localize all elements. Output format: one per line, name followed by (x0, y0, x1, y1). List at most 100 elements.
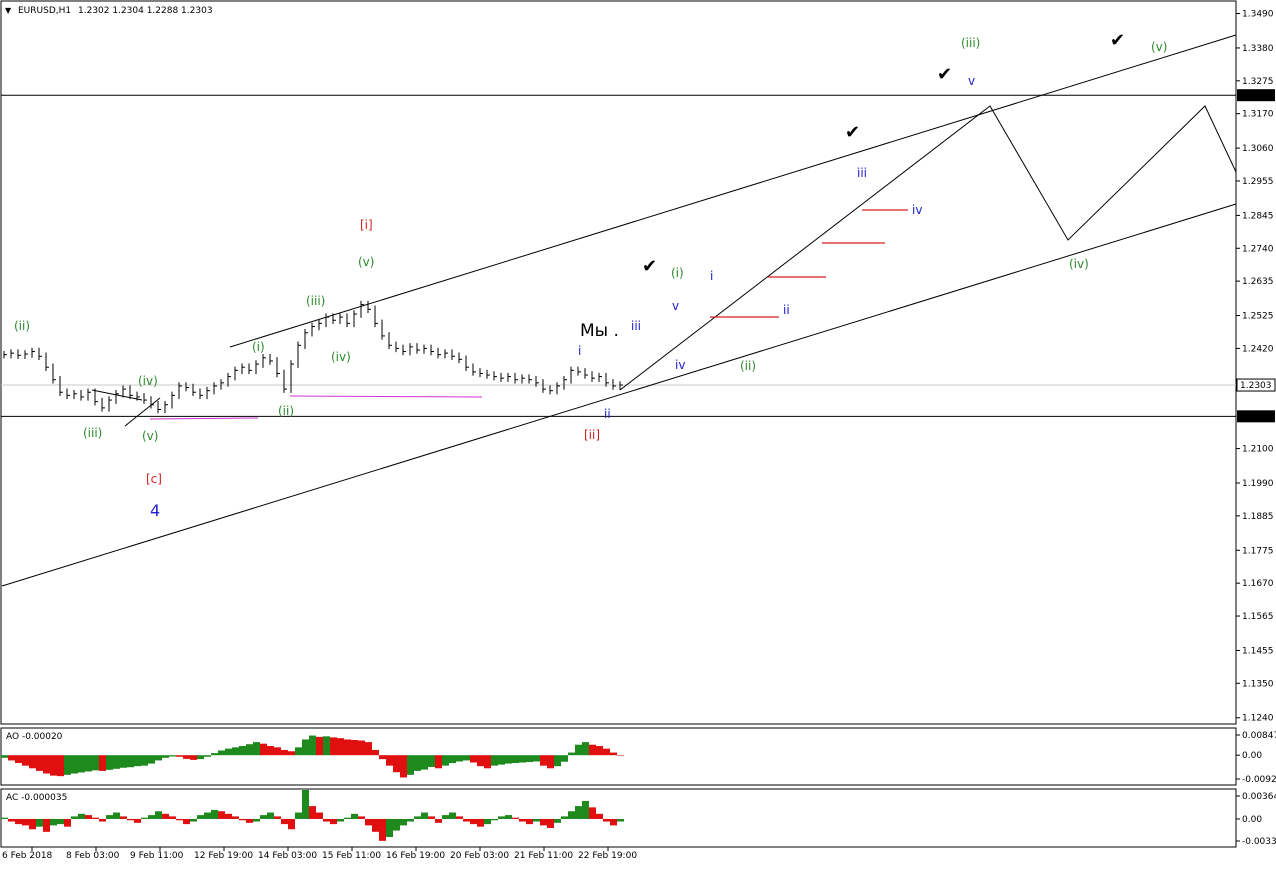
price-tick-label: 1.2740 (1242, 244, 1274, 254)
histogram-bar (36, 755, 43, 771)
price-tick-label: 1.1350 (1242, 679, 1274, 689)
histogram-bar (519, 755, 526, 763)
histogram-bar (582, 742, 589, 756)
histogram-bar (449, 755, 456, 764)
histogram-bar (113, 755, 120, 769)
wave-label: (i) (671, 266, 684, 280)
panel-tick-label: 0.00847 (1242, 731, 1276, 741)
time-tick-label: 8 Feb 03:00 (66, 851, 120, 861)
histogram-bar (400, 818, 407, 826)
histogram-bar (295, 812, 302, 819)
histogram-bar (120, 755, 127, 768)
histogram-bar (71, 816, 78, 819)
histogram-bar (43, 755, 50, 774)
histogram-bar (575, 806, 582, 819)
histogram-bar (568, 752, 575, 756)
wave-label: i (578, 344, 581, 358)
histogram-bar (330, 737, 337, 756)
price-tick-label: 1.3380 (1242, 44, 1274, 54)
histogram-bar (211, 753, 218, 756)
histogram-bar (176, 755, 183, 757)
histogram-bar (22, 755, 29, 766)
comment-text: Мы . (580, 321, 619, 341)
wave-label: (iv) (1069, 257, 1089, 271)
histogram-bar (295, 747, 302, 756)
price-axis: 1.3490 1.3380 1.3275 1.3170 1.3060 1.2955 1.28… (1236, 10, 1274, 724)
ohlc-label: 1.2302 1.2304 1.2288 1.2303 (78, 6, 213, 16)
histogram-bar (176, 818, 183, 821)
histogram-bar (239, 818, 246, 821)
histogram-bar (505, 755, 512, 764)
wave-label: ii (604, 407, 611, 421)
histogram-bar (596, 746, 603, 756)
wave-label: (ii) (740, 359, 756, 373)
histogram-bar (617, 755, 624, 756)
histogram-bar (512, 755, 519, 764)
histogram-bar (267, 812, 274, 819)
histogram-bar (57, 755, 64, 777)
histogram-bar (183, 818, 190, 825)
histogram-bar (617, 818, 624, 822)
histogram-bar (393, 818, 400, 831)
chart-window: ▼ EURUSD,H1 1.2302 1.2304 1.2288 1.2303 … (0, 0, 1276, 866)
histogram-bar (456, 755, 463, 762)
histogram-bar (190, 818, 197, 822)
histogram-bar (491, 818, 498, 821)
histogram-bar (211, 809, 218, 819)
checkmark-icon: ✔ (642, 256, 657, 277)
histogram-bar (603, 818, 610, 822)
chart-dropdown-icon[interactable]: ▼ (5, 6, 12, 15)
histogram-bar (204, 812, 211, 819)
histogram-bar (407, 818, 414, 822)
wave-label: ii (783, 303, 790, 317)
ac-title: AC -0.000035 (6, 793, 67, 803)
histogram-bar (57, 818, 64, 825)
histogram-bar (386, 818, 393, 837)
histogram-bar (561, 755, 568, 762)
histogram-bar (281, 749, 288, 756)
histogram-bar (85, 815, 92, 819)
histogram-bar (239, 746, 246, 756)
histogram-bar (372, 818, 379, 832)
histogram-bar (407, 755, 414, 775)
histogram-bar (484, 818, 491, 825)
wave-label: (ii) (278, 404, 294, 418)
histogram-bar (8, 818, 15, 822)
histogram-bar (260, 743, 267, 756)
histogram-bar (442, 815, 449, 819)
time-axis: 6 Feb 2018 8 Feb 03:00 9 Feb 11:00 12 Feb 1… (2, 847, 637, 861)
histogram-bar (148, 815, 155, 819)
wave-label: 4 (150, 501, 160, 520)
wave-label: (iii) (961, 36, 980, 50)
price-tick-label: 1.1455 (1242, 646, 1274, 656)
symbol-label: EURUSD,H1 (18, 6, 71, 16)
histogram-bar (540, 755, 547, 766)
histogram-bar (162, 813, 169, 819)
histogram-bar (218, 811, 225, 819)
histogram-bar (134, 755, 141, 767)
time-tick-label: 6 Feb 2018 (2, 851, 53, 861)
time-tick-label: 9 Feb 11:00 (130, 851, 184, 861)
wave-label: [ii] (584, 428, 600, 442)
ac-axis: 0.003648 0.00 -0.00336 (1236, 792, 1276, 847)
price-tick-label: 1.1565 (1242, 612, 1274, 622)
histogram-bar (64, 755, 71, 775)
histogram-bar (148, 755, 155, 764)
histogram-bar (316, 736, 323, 756)
current-price-label: 1.2303 (1240, 381, 1272, 391)
wave-label: (iv) (331, 350, 351, 364)
histogram-bar (421, 755, 428, 770)
histogram-bar (435, 818, 442, 823)
histogram-bar (225, 813, 232, 819)
wave-label: v (968, 74, 975, 88)
histogram-bar (435, 755, 442, 769)
histogram-bar (484, 755, 491, 769)
histogram-bar (85, 755, 92, 772)
histogram-bar (155, 755, 162, 761)
histogram-bar (428, 755, 435, 767)
price-tick-label: 1.3170 (1242, 110, 1274, 120)
histogram-bar (197, 755, 204, 760)
time-tick-label: 16 Feb 19:00 (386, 851, 445, 861)
histogram-bar (309, 735, 316, 756)
histogram-bar (43, 818, 50, 832)
